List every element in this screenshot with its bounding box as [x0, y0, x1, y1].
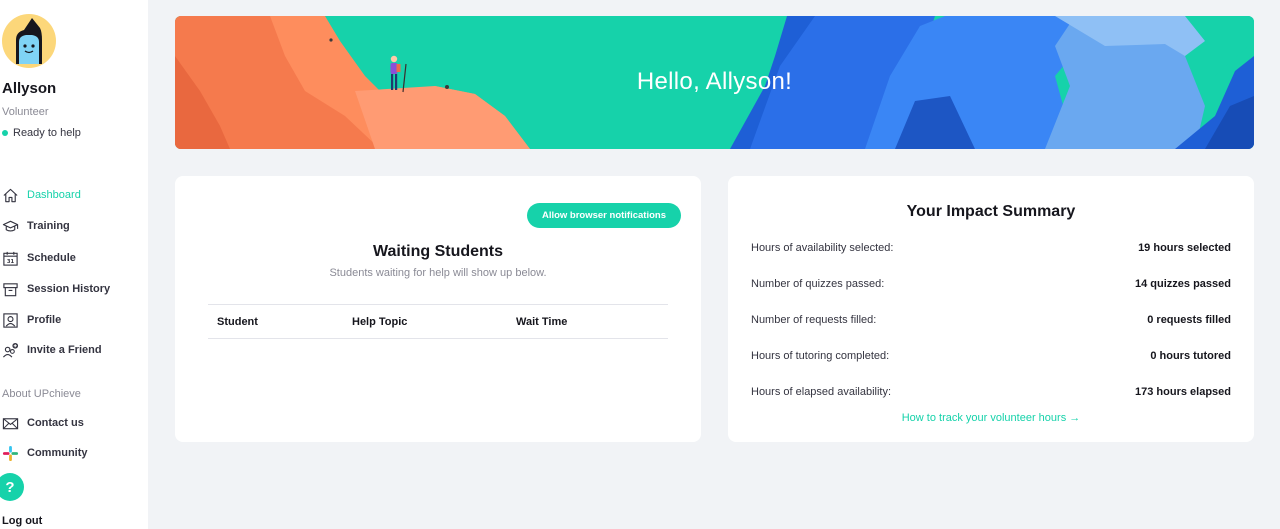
nav-item-label: Community	[27, 447, 88, 459]
nav-item-label: Session History	[27, 283, 111, 295]
user-role: Volunteer	[2, 106, 49, 118]
impact-row-requests: Number of requests filled: 0 requests fi…	[751, 312, 1231, 328]
avatar-image	[2, 14, 56, 68]
help-button[interactable]: ?	[0, 473, 24, 501]
nav-item-profile[interactable]: Profile	[2, 310, 61, 330]
user-name: Allyson	[2, 80, 57, 97]
nav-item-schedule[interactable]: 31 Schedule	[2, 248, 76, 268]
impact-value: 173 hours elapsed	[1135, 386, 1231, 398]
nav-item-label: Schedule	[27, 252, 76, 264]
impact-value: 19 hours selected	[1138, 242, 1231, 254]
logout-link[interactable]: Log out	[2, 515, 42, 527]
status-dot-icon	[2, 130, 8, 136]
user-status: Ready to help	[2, 127, 81, 139]
nav-item-community[interactable]: Community	[2, 443, 88, 463]
allow-notifications-button[interactable]: Allow browser notifications	[526, 203, 681, 228]
nav-item-session-history[interactable]: Session History	[2, 279, 110, 299]
nav-item-training[interactable]: Training	[2, 216, 70, 236]
impact-label: Hours of tutoring completed:	[751, 350, 890, 362]
welcome-banner: Hello, Allyson!	[175, 16, 1254, 149]
about-section-label: About UPchieve	[2, 388, 81, 400]
nav-item-label: Invite a Friend	[27, 344, 102, 356]
graduation-cap-icon	[2, 220, 19, 232]
impact-row-availability: Hours of availability selected: 19 hours…	[751, 240, 1231, 256]
waiting-students-card: Allow browser notifications Waiting Stud…	[175, 176, 701, 442]
archive-icon	[3, 282, 18, 296]
nav-item-label: Training	[27, 220, 70, 232]
impact-summary-card: Your Impact Summary Hours of availabilit…	[728, 176, 1254, 442]
nav-item-contact-us[interactable]: Contact us	[2, 413, 84, 433]
svg-text:31: 31	[7, 259, 15, 265]
envelope-icon	[2, 417, 19, 429]
waiting-students-title: Waiting Students	[372, 243, 504, 260]
nav-item-invite-friend[interactable]: Invite a Friend	[2, 340, 102, 360]
impact-row-elapsed: Hours of elapsed availability: 173 hours…	[751, 384, 1231, 400]
calendar-icon: 31	[3, 251, 18, 266]
impact-summary-title: Your Impact Summary	[906, 203, 1076, 220]
impact-label: Hours of availability selected:	[751, 242, 894, 254]
avatar[interactable]	[2, 14, 56, 68]
impact-row-quizzes: Number of quizzes passed: 14 quizzes pas…	[751, 276, 1231, 292]
waiting-students-subtitle: Students waiting for help will show up b…	[329, 267, 547, 279]
impact-label: Number of requests filled:	[751, 314, 877, 326]
banner-title: Hello, Allyson!	[636, 68, 793, 95]
nav-item-dashboard[interactable]: Dashboard	[2, 185, 81, 205]
nav-item-label: Contact us	[27, 417, 84, 429]
nav-item-label: Dashboard	[27, 189, 81, 201]
column-header-wait-time: Wait Time	[516, 316, 568, 328]
waiting-students-table-header: Student Help Topic Wait Time	[208, 304, 668, 339]
user-status-label: Ready to help	[13, 127, 81, 139]
column-header-student: Student	[217, 316, 258, 328]
impact-value: 0 hours tutored	[1150, 350, 1231, 362]
column-header-help-topic: Help Topic	[352, 316, 408, 328]
invite-friend-icon	[2, 342, 19, 357]
home-icon	[3, 188, 18, 202]
sidebar: Allyson Volunteer Ready to help Dashboar…	[0, 0, 148, 529]
track-hours-link[interactable]: How to track your volunteer hours →	[728, 412, 1254, 424]
impact-value: 0 requests filled	[1147, 314, 1231, 326]
impact-label: Number of quizzes passed:	[751, 278, 885, 290]
impact-row-tutoring: Hours of tutoring completed: 0 hours tut…	[751, 348, 1231, 364]
nav-item-label: Profile	[27, 314, 62, 326]
impact-label: Hours of elapsed availability:	[751, 386, 892, 398]
slack-icon	[2, 445, 19, 461]
impact-value: 14 quizzes passed	[1135, 278, 1231, 290]
profile-icon	[3, 312, 18, 328]
